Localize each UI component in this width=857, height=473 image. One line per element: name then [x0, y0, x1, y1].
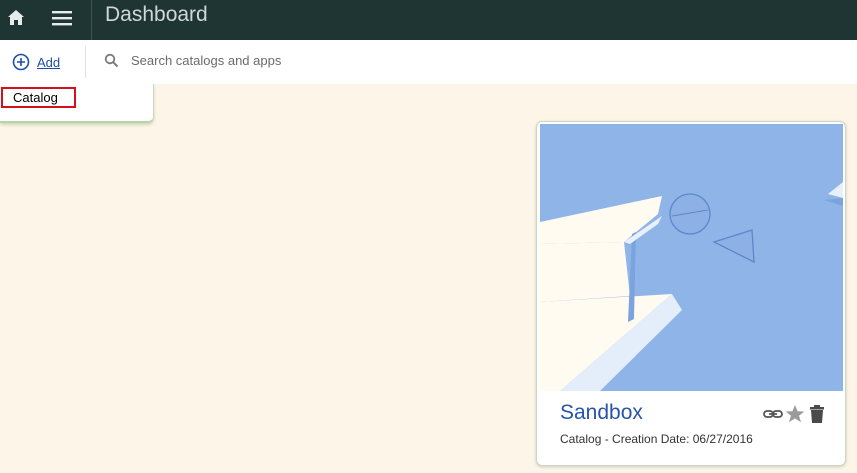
add-button-label: Add	[37, 54, 61, 70]
trash-icon[interactable]	[806, 403, 828, 425]
add-button[interactable]: Add	[12, 52, 60, 72]
page-title: Dashboard	[105, 3, 208, 26]
hamburger-menu-icon[interactable]	[50, 6, 76, 30]
card-actions	[762, 403, 828, 425]
catalog-card[interactable]: Sandbox Catalog - Creation Date: 06/27/2…	[536, 121, 846, 466]
plus-circle-icon	[12, 53, 30, 71]
header-divider	[91, 0, 92, 40]
home-icon[interactable]	[4, 6, 28, 30]
search-box	[104, 52, 493, 69]
toolbar: Add	[0, 40, 857, 84]
search-icon	[104, 53, 119, 68]
menu-item-catalog[interactable]: Catalog	[1, 87, 76, 108]
card-title[interactable]: Sandbox	[560, 401, 643, 425]
star-icon[interactable]	[784, 403, 806, 425]
top-bar: Dashboard	[0, 0, 857, 40]
toolbar-divider	[85, 46, 86, 78]
search-input[interactable]	[129, 52, 493, 69]
card-thumbnail[interactable]	[540, 124, 843, 391]
link-icon[interactable]	[762, 403, 784, 425]
card-subtitle: Catalog - Creation Date: 06/27/2016	[560, 432, 753, 446]
add-dropdown-menu: Catalog	[0, 84, 154, 123]
